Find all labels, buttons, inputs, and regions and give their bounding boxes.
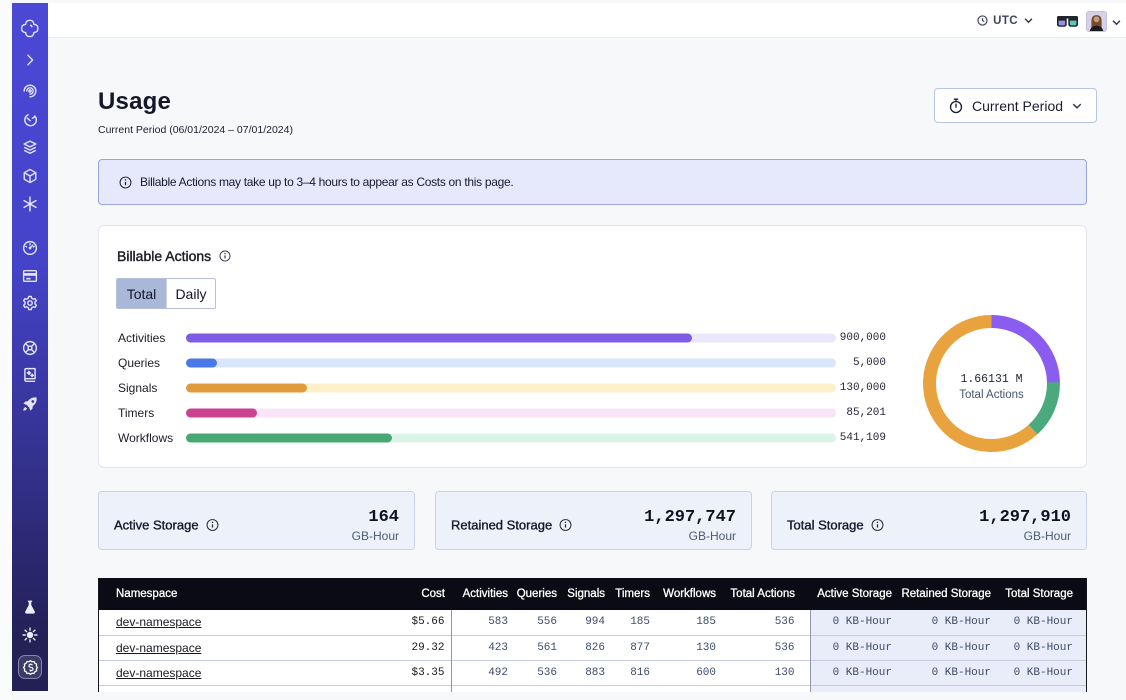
svg-text:1.66131 M: 1.66131 M — [960, 373, 1022, 386]
svg-text:Total Actions: Total Actions — [959, 389, 1024, 401]
